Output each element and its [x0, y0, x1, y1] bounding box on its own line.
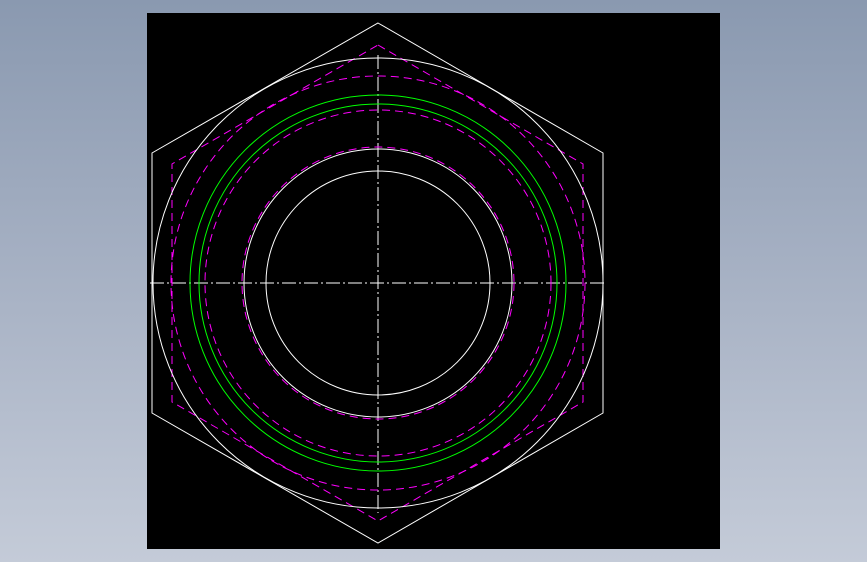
nut-drawing — [150, 22, 604, 544]
cad-viewport[interactable] — [147, 13, 720, 549]
